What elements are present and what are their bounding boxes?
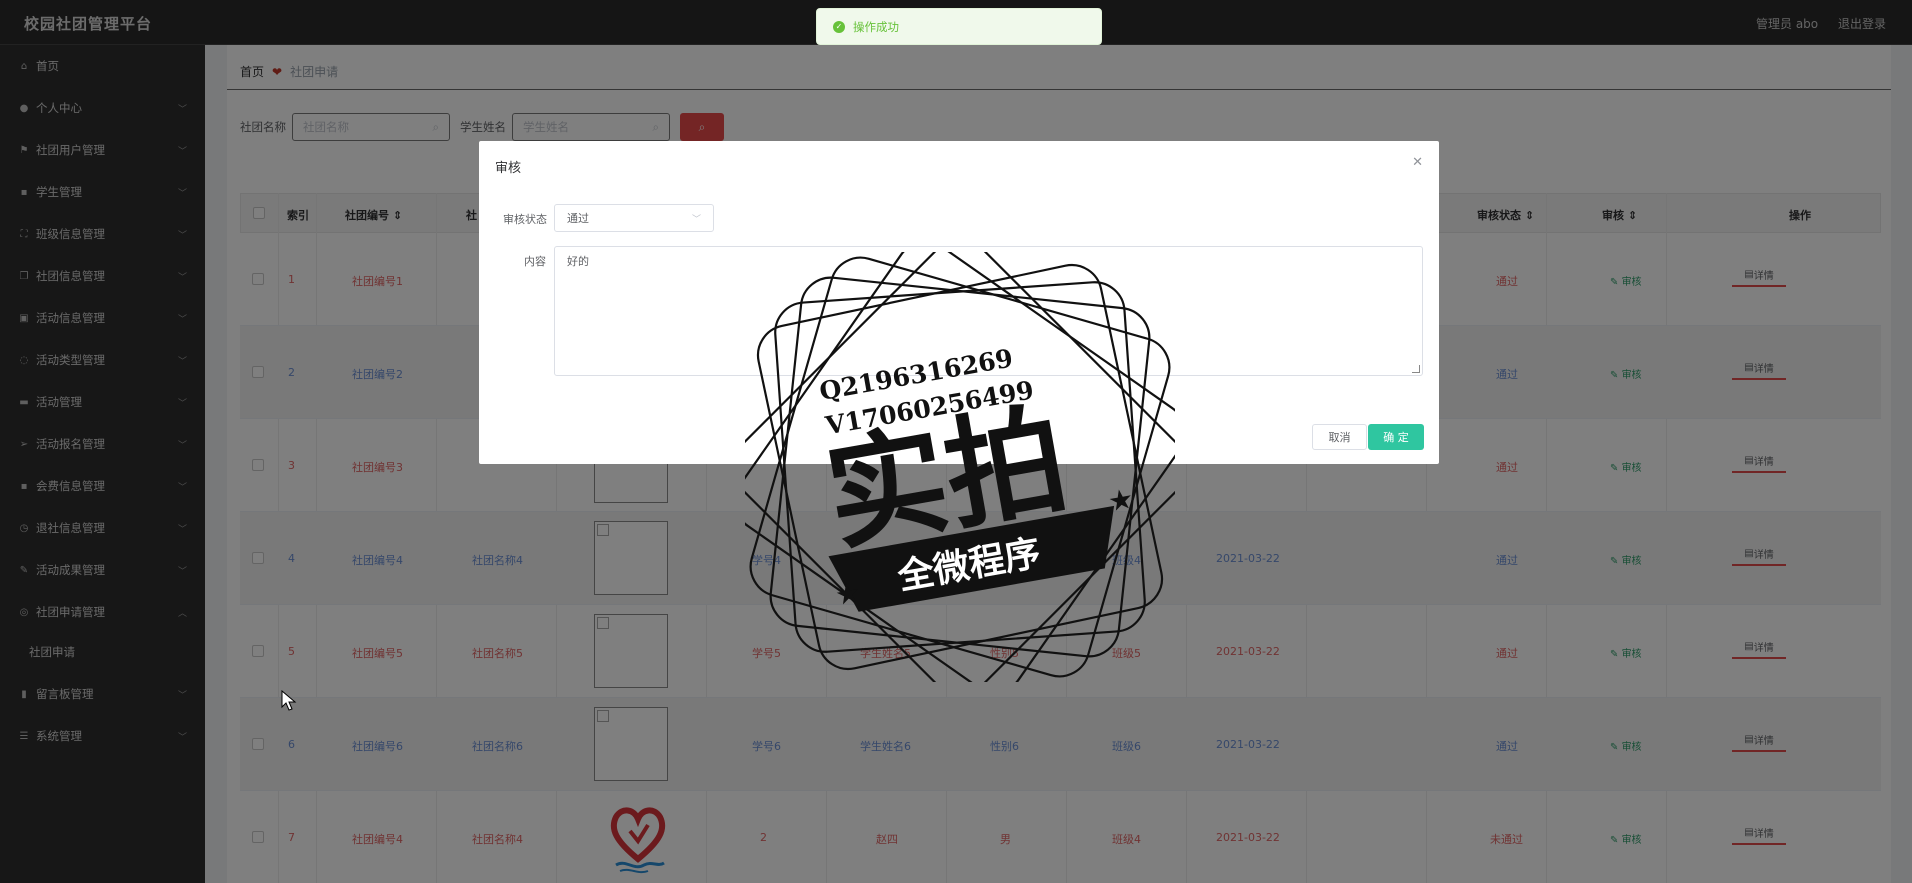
close-icon[interactable]: ✕ <box>1412 155 1423 170</box>
success-toast: ✓ 操作成功 <box>816 8 1102 45</box>
dialog-title: 审核 <box>495 161 522 176</box>
audit-status-select[interactable]: 通过 ﹀ <box>554 204 714 232</box>
watermark-stamp: Q2196316269 V17060256499 实拍 全微程序 ★ ★ <box>745 252 1175 682</box>
mouse-cursor-icon <box>281 690 297 711</box>
content-label: 内容 <box>524 255 546 268</box>
cancel-button[interactable]: 取消 <box>1312 424 1367 450</box>
confirm-button[interactable]: 确 定 <box>1368 424 1424 450</box>
toast-message: 操作成功 <box>853 19 899 34</box>
star-icon: ★ <box>1106 482 1136 519</box>
chevron-down-icon: ﹀ <box>691 214 701 225</box>
audit-status-label: 审核状态 <box>503 213 547 226</box>
check-circle-icon: ✓ <box>833 20 845 33</box>
